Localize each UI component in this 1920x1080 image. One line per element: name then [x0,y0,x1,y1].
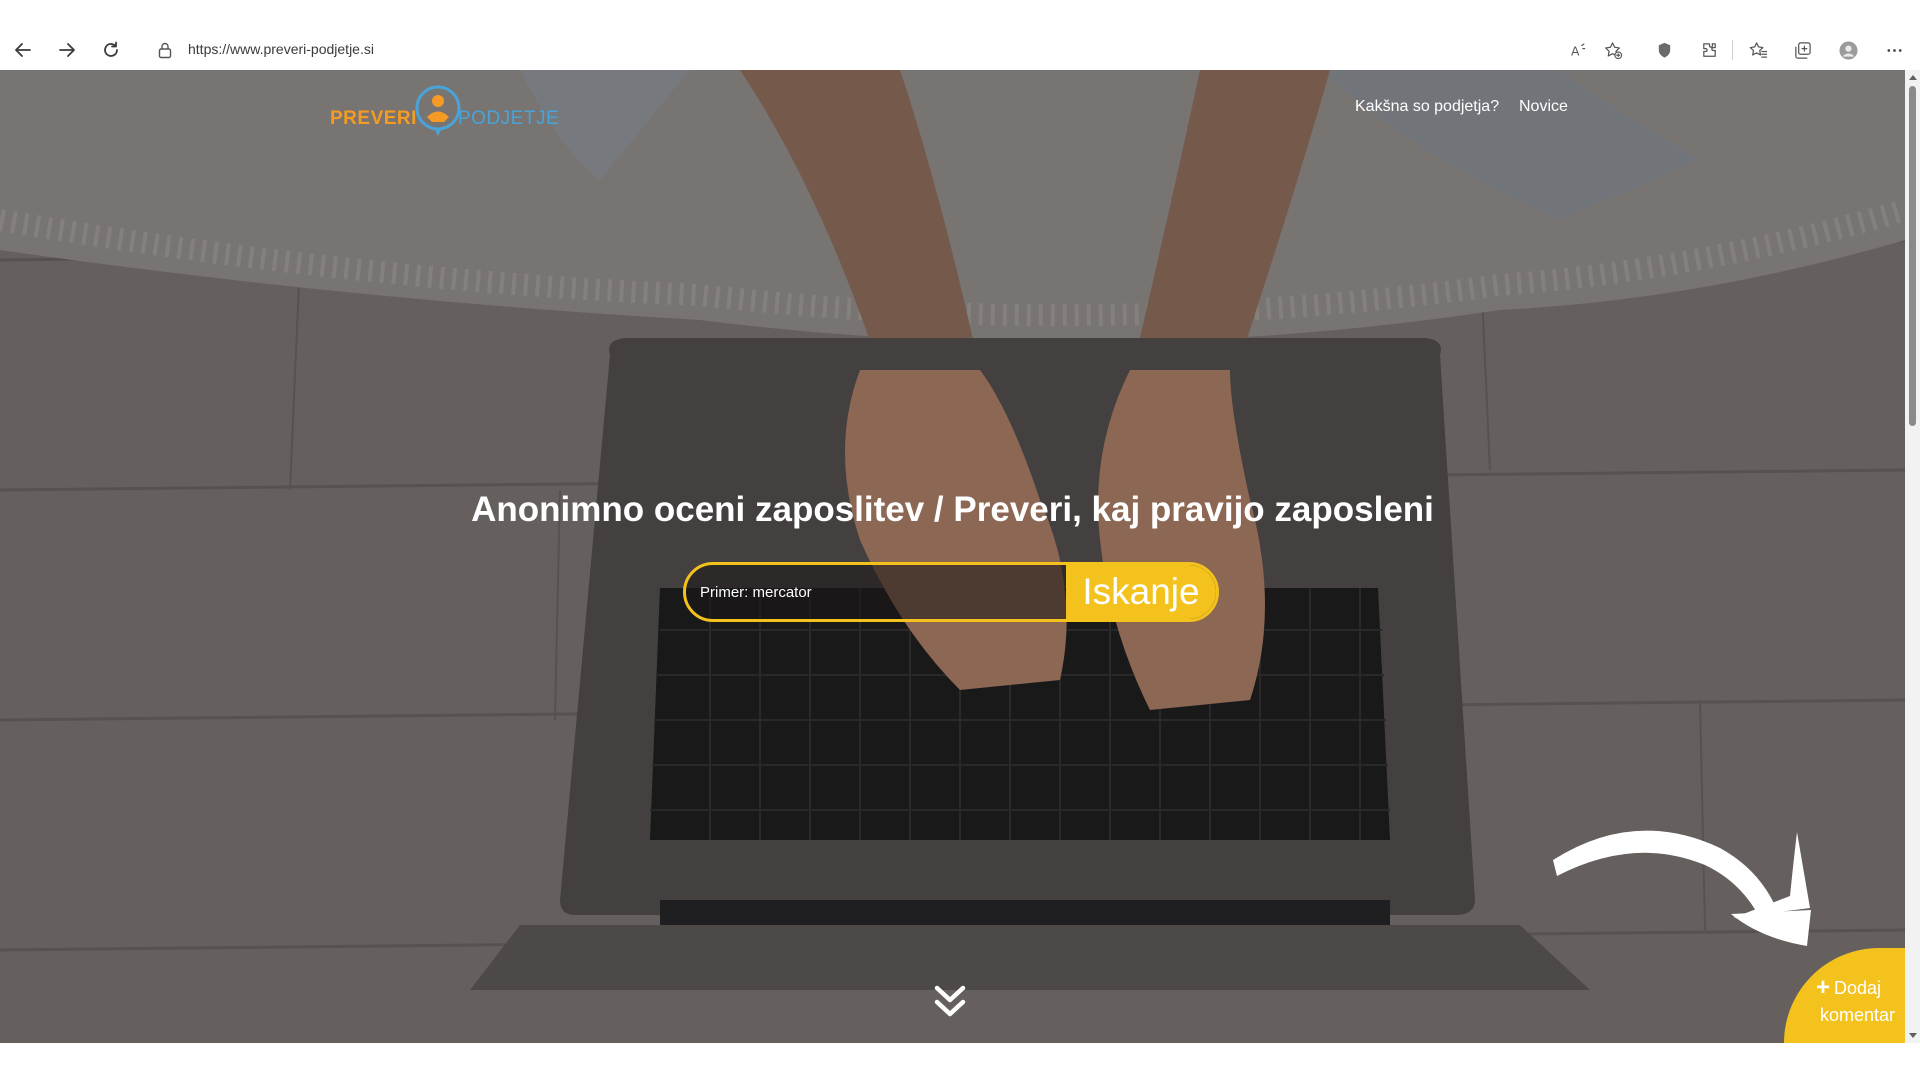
nav-link-novice[interactable]: Novice [1519,98,1568,116]
add-comment-label-line-2: komentar [1820,1005,1896,1025]
read-aloud-icon[interactable]: A [1567,38,1591,62]
shield-icon[interactable] [1652,38,1676,62]
site-logo[interactable]: PREVERI PODJETJE [330,82,570,142]
hero-section: PREVERI PODJETJE Kakšna so podjetja? Nov… [0,70,1905,1043]
svg-text:A: A [1570,44,1579,58]
favorites-icon[interactable] [1746,38,1770,62]
extensions-icon[interactable] [1697,38,1721,62]
toolbar-separator [1732,40,1733,60]
page-scrollbar[interactable] [1905,70,1920,1043]
profile-icon[interactable] [1836,38,1860,62]
search-button[interactable]: Iskanje [1066,565,1216,619]
scroll-up-arrow-icon[interactable] [1909,75,1917,80]
address-bar[interactable]: https://www.preveri-podjetje.si [188,41,374,57]
hero-title: Anonimno oceni zaposlitev / Preveri, kaj… [471,490,1434,529]
back-icon[interactable] [9,36,37,64]
page-bottom-area [0,1043,1920,1080]
double-chevron-down-icon[interactable] [930,982,970,1022]
more-icon[interactable] [1882,38,1906,62]
search-bar: Iskanje [683,562,1219,622]
add-favorite-icon[interactable] [1601,38,1625,62]
add-comment-label-line-1: Dodaj [1834,978,1882,998]
search-input[interactable] [686,565,1066,619]
lock-icon [158,42,172,59]
curved-arrow-icon [1553,830,1811,946]
forward-icon[interactable] [53,36,81,64]
collections-icon[interactable] [1790,38,1814,62]
logo-word-podjetje: PODJETJE [458,108,560,129]
nav-link-kaksna-so-podjetja[interactable]: Kakšna so podjetja? [1355,98,1499,116]
refresh-icon[interactable] [97,36,125,64]
scroll-down-arrow-icon[interactable] [1909,1033,1917,1038]
logo-person-pin-icon [415,85,461,136]
plus-icon: + [1816,974,1831,1001]
logo-word-preveri: PREVERI [330,108,417,129]
browser-toolbar: https://www.preveri-podjetje.si A [0,0,1920,70]
scrollbar-thumb[interactable] [1909,86,1916,426]
